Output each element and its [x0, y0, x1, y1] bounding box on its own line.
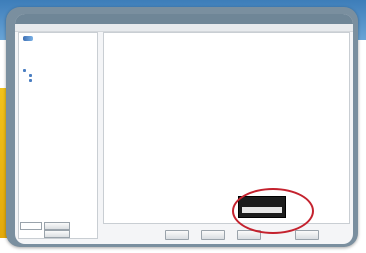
folder-icon — [23, 69, 26, 72]
title-bar — [15, 14, 353, 24]
logo-icon — [23, 36, 33, 41]
search-area — [18, 214, 98, 241]
tree-item[interactable] — [29, 74, 34, 77]
results-list — [103, 32, 350, 224]
secondary-button[interactable] — [44, 230, 70, 238]
folder-icon — [29, 79, 32, 82]
list-row[interactable] — [104, 55, 349, 61]
tree-panel — [18, 32, 98, 239]
tree-item[interactable] — [29, 79, 34, 82]
footer-button[interactable] — [295, 230, 319, 240]
footer-button[interactable] — [201, 230, 225, 240]
menu-bar — [15, 24, 353, 32]
search-button[interactable] — [44, 222, 70, 230]
highlight-ring — [232, 188, 314, 234]
footer-button[interactable] — [165, 230, 189, 240]
folder-icon — [29, 74, 32, 77]
tree-item[interactable] — [23, 69, 28, 72]
search-input[interactable] — [20, 222, 42, 230]
